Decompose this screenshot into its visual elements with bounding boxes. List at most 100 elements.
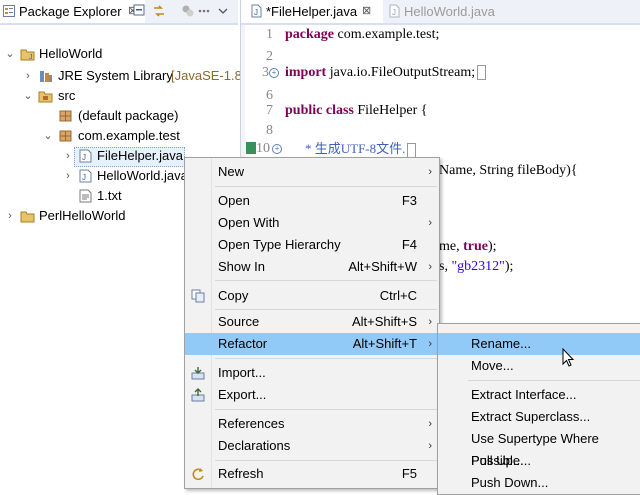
fold-expand-icon[interactable]: + (269, 68, 279, 78)
code-keyword: package (285, 27, 334, 42)
menu-item-copy[interactable]: Copy Ctrl+C (185, 285, 439, 307)
menu-item-label: Refactor (218, 336, 268, 351)
collapsed-chevron-icon[interactable]: › (62, 146, 74, 166)
tab-helloworld-java[interactable]: J HelloWorld.java (383, 0, 513, 23)
link-with-editor-icon[interactable] (151, 3, 167, 19)
menu-separator (468, 380, 640, 381)
tab-filehelper-java[interactable]: J *FileHelper.java ⊠ (241, 0, 383, 23)
menu-shortcut: Alt+Shift+S (351, 314, 417, 329)
menu-item-open-with[interactable]: Open With › (185, 212, 439, 234)
submenu-arrow-icon: › (428, 418, 432, 430)
collapse-all-icon[interactable] (131, 3, 147, 19)
code-string: "gb2312" (451, 259, 505, 274)
submenu-arrow-icon: › (428, 166, 432, 178)
menu-shortcut: F4 (401, 237, 417, 252)
java-file-icon: J (79, 169, 92, 183)
tab-label: *FileHelper.java (266, 4, 358, 19)
code-text: ); (504, 259, 514, 274)
menu-item-label: Rename... (471, 336, 531, 351)
submenu-arrow-icon: › (428, 316, 432, 328)
collapsed-chevron-icon[interactable]: › (4, 206, 16, 226)
tab-label: HelloWorld.java (404, 4, 495, 19)
svg-text:J: J (82, 153, 86, 162)
tree-item-label: HelloWorld.java (97, 168, 188, 183)
menu-item-pull-up[interactable]: Pull Up... (438, 450, 640, 472)
code-line: 3 + import java.io.FileOutputStream; (241, 62, 640, 84)
tree-item-label: src (58, 88, 76, 103)
menu-item-label: Export... (218, 387, 267, 402)
focus-on-active-task-icon[interactable] (180, 3, 196, 19)
view-menu-chevron-icon[interactable] (215, 3, 231, 19)
package-icon (59, 110, 72, 122)
submenu-arrow-icon: › (428, 261, 432, 273)
menu-item-extract-interface[interactable]: Extract Interface... (438, 384, 640, 406)
menu-item-label: Extract Interface... (471, 387, 577, 402)
line-number: 1 (266, 27, 273, 42)
menu-item-source[interactable]: Source Alt+Shift+S › (185, 311, 439, 333)
code-text: ); (488, 239, 497, 254)
view-toolbar (133, 0, 238, 23)
tree-item-label: PerlHelloWorld (39, 208, 126, 223)
menu-item-label: Show In (218, 259, 265, 274)
java-file-icon: J (79, 149, 92, 163)
package-explorer-title: Package Explorer (19, 4, 122, 19)
menu-separator (215, 409, 437, 410)
line-number: 7 (266, 103, 273, 118)
view-divider (0, 23, 238, 25)
menu-item-refresh[interactable]: Refresh F5 (185, 463, 439, 485)
folded-region-icon[interactable] (407, 142, 417, 158)
code-keyword: public class (285, 103, 354, 118)
mouse-pointer-icon (562, 348, 575, 367)
view-menu-dots-icon[interactable] (196, 3, 212, 19)
package-explorer-tab[interactable]: Package Explorer ⊠ (0, 0, 146, 23)
menu-item-label: Open With (218, 215, 280, 230)
menu-item-refactor[interactable]: Refactor Alt+Shift+T › (185, 333, 439, 355)
change-marker-icon (246, 142, 256, 154)
menu-item-move[interactable]: Move... (438, 355, 640, 377)
menu-item-declarations[interactable]: Declarations › (185, 435, 439, 457)
fold-expand-icon[interactable]: + (272, 144, 282, 154)
menu-item-rename[interactable]: Rename... (438, 333, 640, 355)
text-file-icon (79, 189, 92, 203)
menu-item-label: Pull Up... (471, 453, 524, 468)
menu-item-show-in[interactable]: Show In Alt+Shift+W › (185, 256, 439, 278)
package-explorer-icon (3, 5, 15, 17)
menu-item-references[interactable]: References › (185, 413, 439, 435)
expanded-chevron-icon[interactable]: ⌄ (42, 126, 54, 146)
code-text: s, (439, 259, 452, 274)
tree-item-label: (default package) (78, 108, 179, 123)
menu-item-label: Source (218, 314, 260, 329)
menu-item-use-supertype[interactable]: Use Supertype Where Possible... (438, 428, 640, 468)
submenu-arrow-icon: › (428, 217, 432, 229)
tree-item-label: HelloWorld (39, 46, 103, 61)
svg-text:J: J (29, 54, 33, 61)
menu-item-push-down[interactable]: Push Down... (438, 472, 640, 494)
menu-item-label: Open (218, 193, 250, 208)
collapsed-chevron-icon[interactable]: › (22, 66, 34, 86)
menu-separator (215, 309, 437, 310)
menu-item-label: Declarations (218, 438, 291, 453)
code-keyword: true (463, 239, 488, 254)
menu-shortcut: Alt+Shift+T (352, 336, 417, 351)
menu-item-open[interactable]: Open F3 (185, 190, 439, 212)
menu-item-open-type-hierarchy[interactable]: Open Type Hierarchy F4 (185, 234, 439, 256)
code-keyword: import (285, 65, 327, 80)
tree-item-label: com.example.test (78, 128, 180, 143)
menu-item-label: New (218, 164, 245, 179)
code-text: me, (439, 239, 464, 254)
expanded-chevron-icon[interactable]: ⌄ (4, 44, 16, 64)
submenu-arrow-icon: › (428, 440, 432, 452)
menu-shortcut: Ctrl+C (379, 288, 417, 303)
menu-item-label: References (218, 416, 285, 431)
menu-item-new[interactable]: New › (185, 161, 439, 183)
menu-item-export[interactable]: Export... (185, 384, 439, 406)
menu-item-extract-superclass[interactable]: Extract Superclass... (438, 406, 640, 428)
java-project-icon: J (20, 49, 35, 61)
folded-region-icon[interactable] (477, 65, 487, 81)
menu-item-import[interactable]: Import... (185, 362, 439, 384)
context-menu: New › Open F3 Open With › Open Type Hier… (184, 157, 440, 489)
collapsed-chevron-icon[interactable]: › (62, 166, 74, 186)
expanded-chevron-icon[interactable]: ⌄ (22, 86, 34, 106)
menu-shortcut: F5 (401, 466, 417, 481)
close-icon[interactable]: ⊠ (362, 0, 371, 23)
